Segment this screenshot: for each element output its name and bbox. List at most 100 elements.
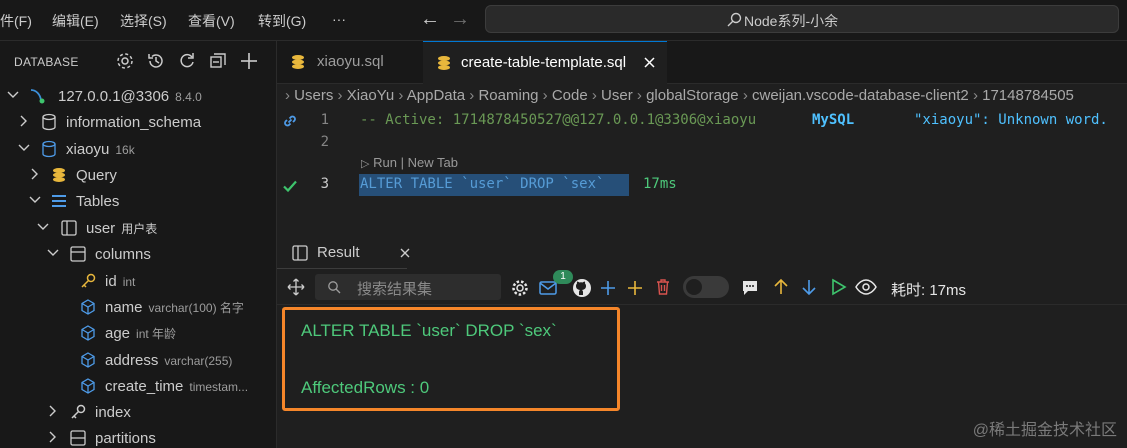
tree-information-schema[interactable]: information_schema	[0, 110, 276, 136]
breadcrumb-item[interactable]: Users	[294, 87, 333, 104]
tree-query[interactable]: Query	[0, 163, 276, 189]
tree-table-user[interactable]: user 用户表	[0, 216, 276, 242]
query-label: Query	[76, 167, 117, 184]
title-bar: 件(F) 编辑(E) 选择(S) 查看(V) 转到(G) ··· ← → Nod…	[0, 0, 1127, 41]
column-type: int	[122, 275, 136, 289]
arrow-down-icon[interactable]	[801, 278, 817, 296]
codelens: ▷ Run | New Tab	[361, 155, 458, 170]
tab-result[interactable]: Result	[277, 238, 410, 269]
inline-diagnostic: "xiaoyu": Unknown word.	[914, 112, 1108, 128]
key-icon	[81, 273, 96, 288]
chevron-down-icon	[37, 223, 49, 230]
arrow-up-icon[interactable]	[773, 278, 789, 296]
active-connection-comment: -- Active: 1714878450527@@127.0.0.1@3306…	[360, 112, 757, 128]
history-icon[interactable]	[146, 51, 166, 71]
github-icon[interactable]	[572, 278, 592, 298]
run-play-icon[interactable]	[829, 278, 847, 296]
column-name: address	[105, 352, 159, 369]
link-icon[interactable]	[281, 112, 299, 130]
menu-selection[interactable]: 选择(S)	[120, 11, 167, 31]
tree-column-age[interactable]: age int 年龄	[0, 321, 276, 347]
chevron-down-icon	[7, 91, 19, 98]
gear-icon[interactable]	[115, 51, 135, 71]
search-results-input[interactable]: 搜索结果集	[315, 274, 501, 300]
collapse-all-icon[interactable]	[208, 51, 228, 71]
menu-more[interactable]: ···	[332, 11, 346, 27]
trash-icon[interactable]	[654, 278, 672, 296]
menu-view[interactable]: 查看(V)	[188, 11, 235, 31]
information-schema-label: information_schema	[66, 114, 202, 131]
elapsed-time: 耗时: 17ms	[891, 282, 967, 299]
key-icon	[71, 404, 86, 419]
close-icon[interactable]	[399, 247, 411, 259]
breadcrumb-item[interactable]: XiaoYu	[347, 87, 395, 104]
tables-label: Tables	[76, 193, 120, 210]
add-row-icon[interactable]	[626, 279, 644, 297]
edit-toggle[interactable]	[683, 276, 729, 298]
mail-icon[interactable]	[539, 280, 557, 296]
run-codelens[interactable]: Run	[373, 155, 397, 170]
table-comment: 用户表	[121, 222, 158, 236]
breadcrumb-item[interactable]: globalStorage	[646, 87, 739, 104]
code-editor[interactable]: 1 -- Active: 1714878450527@@127.0.0.1@33…	[277, 108, 1127, 236]
panel-icon	[292, 245, 308, 261]
comment-icon[interactable]	[741, 279, 759, 297]
search-icon	[727, 12, 742, 27]
result-sql: ALTER TABLE `user` DROP `sex`	[301, 321, 557, 340]
tree-index[interactable]: index	[0, 400, 276, 426]
chevron-right-icon	[49, 431, 56, 443]
columns-icon	[70, 246, 86, 262]
breadcrumb-item[interactable]: Roaming	[478, 87, 538, 104]
command-center-label: Node系列-小余	[744, 13, 839, 29]
refresh-icon[interactable]	[177, 51, 197, 71]
breadcrumb-item[interactable]: User	[601, 87, 633, 104]
field-cube-icon	[81, 352, 95, 368]
column-type: int 年龄	[136, 327, 177, 341]
tree-column-create-time[interactable]: create_time timestam...	[0, 374, 276, 400]
field-cube-icon	[81, 325, 95, 341]
close-icon[interactable]	[643, 56, 656, 69]
database-size: 16k	[115, 143, 135, 157]
command-center[interactable]: Node系列-小余	[485, 5, 1119, 33]
breadcrumb-item[interactable]: 17148784505	[982, 87, 1074, 104]
tab-xiaoyu-sql[interactable]: xiaoyu.sql	[277, 41, 423, 83]
forward-arrow-icon[interactable]: →	[450, 8, 470, 31]
back-arrow-icon[interactable]: ←	[420, 8, 440, 31]
play-icon: ▷	[361, 158, 370, 170]
menu-file[interactable]: 件(F)	[0, 11, 32, 31]
plus-icon[interactable]	[599, 279, 617, 297]
breadcrumb-item[interactable]: cweijan.vscode-database-client2	[752, 87, 969, 104]
breadcrumb-item[interactable]: Code	[552, 87, 588, 104]
sidebar-title: DATABASE	[14, 55, 79, 69]
tree-column-address[interactable]: address varchar(255)	[0, 348, 276, 374]
tree-columns[interactable]: columns	[0, 242, 276, 268]
tree-column-id[interactable]: id int	[0, 269, 276, 295]
partitions-label: partitions	[95, 430, 156, 447]
database-icon	[42, 140, 56, 158]
search-placeholder: 搜索结果集	[357, 281, 433, 298]
tab-label: xiaoyu.sql	[317, 53, 384, 70]
chevron-right-icon	[20, 115, 27, 127]
database-file-icon	[292, 55, 304, 69]
tree-partitions[interactable]: partitions	[0, 426, 276, 448]
tab-create-table-template[interactable]: create-table-template.sql	[423, 41, 667, 84]
tree-database-xiaoyu[interactable]: xiaoyu 16k	[0, 137, 276, 163]
partitions-icon	[70, 430, 86, 446]
execution-time: 17ms	[643, 176, 677, 192]
database-sidebar: DATABASE 127.0.0.1@3306 8.4.0 informatio…	[0, 41, 277, 448]
new-tab-codelens[interactable]: New Tab	[408, 155, 458, 170]
tree-column-name[interactable]: name varchar(100) 名字	[0, 295, 276, 321]
mysql-dolphin-icon	[30, 89, 45, 104]
result-title: Result	[317, 244, 360, 261]
affected-rows: AffectedRows : 0	[301, 378, 430, 397]
gear-icon[interactable]	[511, 279, 529, 297]
menu-go[interactable]: 转到(G)	[258, 11, 306, 31]
add-connection-icon[interactable]	[239, 51, 259, 71]
language-indicator: MySQL	[812, 112, 855, 128]
tree-connection[interactable]: 127.0.0.1@3306 8.4.0	[0, 84, 276, 110]
eye-icon[interactable]	[855, 278, 877, 296]
breadcrumb-item[interactable]: AppData	[407, 87, 465, 104]
move-icon[interactable]	[287, 278, 305, 296]
menu-edit[interactable]: 编辑(E)	[52, 11, 99, 31]
tree-tables[interactable]: Tables	[0, 189, 276, 215]
